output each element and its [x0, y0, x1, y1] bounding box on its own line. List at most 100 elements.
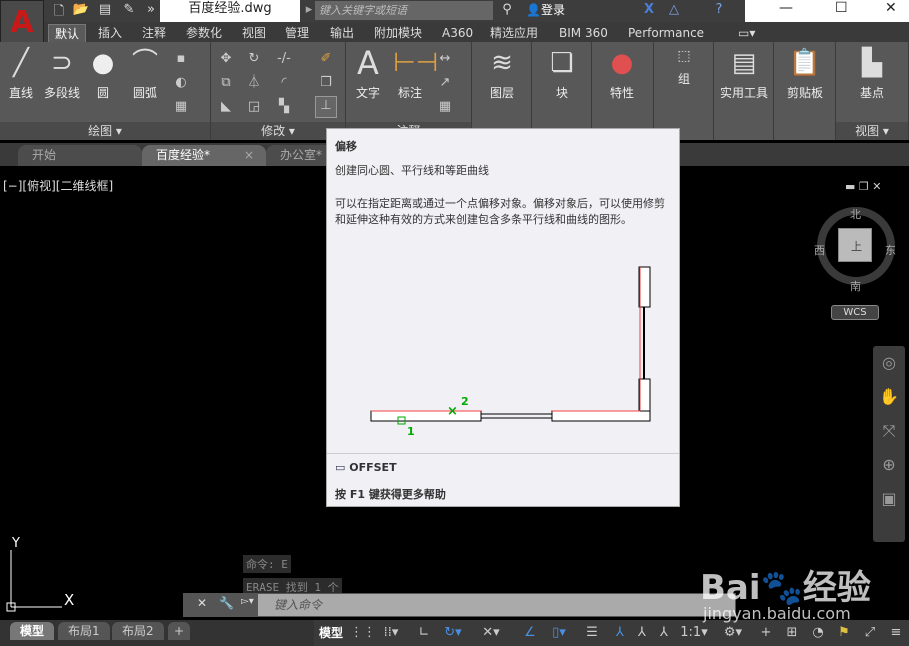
help-icon[interactable]: ? [710, 2, 728, 20]
more-icon[interactable]: » [142, 2, 160, 20]
tab-bim360[interactable]: BIM 360 [559, 24, 608, 42]
showmotion-icon[interactable]: ▣ [873, 482, 905, 516]
hatch-icon[interactable]: ◐ [172, 74, 190, 92]
tab-parametric[interactable]: 参数化 [186, 24, 222, 42]
tab-performance[interactable]: Performance [628, 24, 704, 42]
tab-view[interactable]: 视图 [242, 24, 266, 42]
ortho-icon[interactable]: ∟ [414, 622, 434, 644]
open-icon[interactable]: 📂 [72, 2, 90, 20]
add-layout-button[interactable]: + [168, 622, 191, 640]
annotation-scale-icon[interactable]: ⅄ [610, 622, 630, 644]
block-panel[interactable]: ❏ 块 [532, 42, 592, 140]
tab-featured-apps[interactable]: 精选应用 [490, 24, 538, 42]
erase-icon[interactable]: ✐ [317, 50, 335, 68]
lineweight-icon[interactable]: ☰ [582, 622, 602, 644]
ribbon-options-button[interactable]: ▭▾ [738, 24, 755, 42]
linear-dimension-icon[interactable]: ↔ [436, 50, 454, 68]
polyline-tool[interactable]: ⊃ 多段线 [42, 46, 82, 101]
close-button[interactable]: ✕ [885, 0, 897, 16]
polar-icon[interactable]: ↻▾ [438, 622, 468, 644]
clipboard-panel[interactable]: 📋 剪贴板 [774, 42, 836, 140]
leader-icon[interactable]: ↗ [436, 74, 454, 92]
isolate-objects-icon[interactable]: ⚑ [834, 622, 854, 644]
layout-tab-2[interactable]: 布局2 [112, 622, 164, 640]
doc-tab-start[interactable]: 开始 [18, 145, 142, 166]
workspace-gear-icon[interactable]: ⚙▾ [718, 622, 748, 644]
tab-default[interactable]: 默认 [48, 24, 87, 42]
exchange-icon[interactable]: X [640, 2, 658, 20]
mirror-icon[interactable]: ⏃ [245, 74, 263, 92]
maximize-button[interactable]: ☐ [835, 0, 848, 16]
tab-addins[interactable]: 附加模块 [374, 24, 422, 42]
save-icon[interactable]: ▤ [96, 2, 114, 20]
autodesk-icon[interactable]: △ [665, 2, 683, 20]
array-icon[interactable]: ▚ [275, 98, 293, 116]
tab-output[interactable]: 输出 [330, 24, 354, 42]
wrench-icon[interactable]: 🔧 [219, 596, 234, 610]
copy-icon[interactable]: ⧉ [217, 74, 235, 92]
scale-icon[interactable]: ◲ [245, 98, 263, 116]
wcs-menu[interactable]: WCS [831, 305, 879, 320]
model-space-button[interactable]: 模型 [316, 622, 346, 644]
close-tab-icon[interactable]: × [244, 145, 254, 166]
orbit-icon[interactable]: ⊕ [873, 448, 905, 482]
basepoint-tool[interactable]: ▙ 基点 [852, 46, 892, 101]
search-input[interactable]: 键入关键字或短语 [315, 1, 493, 20]
compass-west[interactable]: 西 [814, 242, 825, 258]
object-snap-icon[interactable]: ▯▾ [542, 622, 576, 644]
arc-tool[interactable]: ⌒ 圆弧 [128, 46, 162, 101]
quick-properties-icon[interactable]: ◔ [808, 622, 828, 644]
stretch-icon[interactable]: ◣ [217, 98, 235, 116]
binoculars-icon[interactable]: ⚲ [498, 2, 516, 20]
view-panel-label[interactable]: 视图 ▾ [836, 122, 908, 140]
application-menu-button[interactable]: A [0, 0, 44, 44]
gradient-icon[interactable]: ▦ [172, 98, 190, 116]
autoscale-icon[interactable]: ⅄ [654, 622, 674, 644]
circle-tool[interactable]: ● 圆 [86, 46, 120, 101]
modify-panel-label[interactable]: 修改 ▾ [211, 122, 345, 140]
minimize-button[interactable]: — [779, 0, 793, 16]
command-input[interactable]: 键入命令 [258, 594, 735, 616]
new-icon[interactable]: 🗋 [50, 2, 68, 20]
zoom-extents-icon[interactable]: ⤧ [873, 414, 905, 448]
compass-north[interactable]: 北 [850, 206, 861, 222]
tab-insert[interactable]: 插入 [98, 24, 122, 42]
viewcube[interactable]: 上 [838, 228, 872, 262]
login-button[interactable]: 👤登录 [526, 0, 565, 22]
layout-tab-model[interactable]: 模型 [10, 622, 55, 640]
isodraft-icon[interactable]: ∠ [520, 622, 540, 644]
table-icon[interactable]: ▦ [436, 98, 454, 116]
doc-tab-baidu[interactable]: 百度经验* × [142, 145, 266, 166]
trim-icon[interactable]: -/- [275, 50, 293, 68]
dimension-tool[interactable]: ⊢⊣ 标注 [392, 46, 438, 101]
rectangle-icon[interactable]: ▪ [172, 50, 190, 68]
line-tool[interactable]: ╱ 直线 [4, 46, 38, 101]
utilities-panel[interactable]: ▤ 实用工具 [714, 42, 774, 140]
saveas-icon[interactable]: ✎ [120, 2, 138, 20]
fullscreen-icon[interactable]: ⤢ [860, 622, 880, 644]
osnap-tracking-icon[interactable]: ✕▾ [476, 622, 506, 644]
steering-wheel-icon[interactable]: ◎ [873, 346, 905, 380]
draw-panel-label[interactable]: 绘图 ▾ [0, 122, 210, 140]
fillet-icon[interactable]: ◜ [275, 74, 293, 92]
offset-icon[interactable]: ⊥ [315, 96, 337, 118]
explode-icon[interactable]: ❒ [317, 74, 335, 92]
layers-panel[interactable]: ≋ 图层 [472, 42, 532, 140]
compass-south[interactable]: 南 [850, 278, 861, 294]
properties-panel[interactable]: ● 特性 [592, 42, 654, 140]
pan-icon[interactable]: ✋ [873, 380, 905, 414]
layout-tab-1[interactable]: 布局1 [58, 622, 110, 640]
customize-menu-icon[interactable]: ≡ [886, 622, 906, 644]
tab-manage[interactable]: 管理 [285, 24, 309, 42]
grid-icon[interactable]: ⋮⋮ [350, 622, 376, 644]
tab-annotate[interactable]: 注释 [142, 24, 166, 42]
rotate-icon[interactable]: ↻ [245, 50, 263, 68]
compass-east[interactable]: 东 [885, 242, 896, 258]
snap-icon[interactable]: ⁞⁞▾ [374, 622, 408, 644]
units-icon[interactable]: ⊞ [782, 622, 802, 644]
tab-a360[interactable]: A360 [442, 24, 473, 42]
close-command-icon[interactable]: ✕ [197, 596, 207, 610]
viewport-controls[interactable]: [−][俯视][二维线框] [3, 177, 113, 194]
command-prompt-icon[interactable]: ▻▾ [241, 596, 254, 607]
annotation-visibility-icon[interactable]: ⅄ [632, 622, 652, 644]
